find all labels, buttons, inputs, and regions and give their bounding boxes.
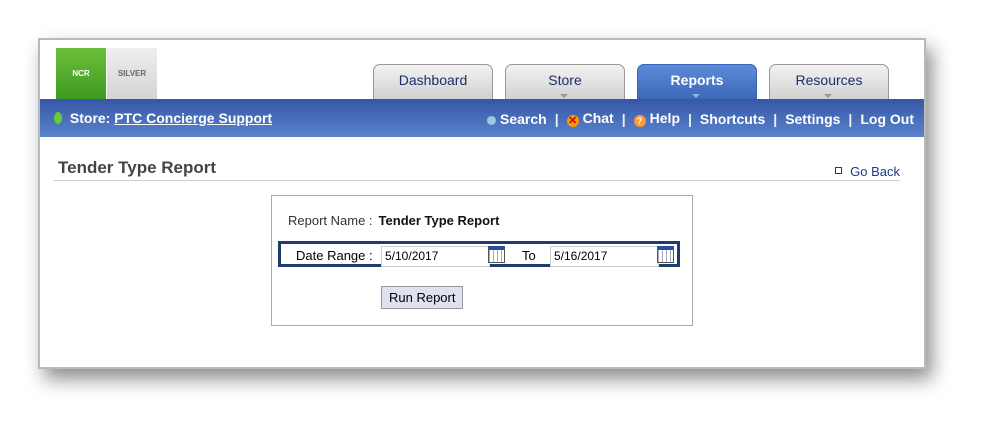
ncr-logo: NCR [56,48,106,99]
store-selector: Store: PTC Concierge Support [54,110,272,126]
search-icon [486,115,496,125]
chat-link[interactable]: ✕ Chat [566,110,614,127]
report-name-label: Report Name : [288,213,373,228]
go-back-label: Go Back [850,164,900,179]
divider [54,180,900,181]
separator: | [554,110,559,127]
from-date-input[interactable] [381,246,490,267]
tab-reports[interactable]: Reports [637,64,757,101]
date-range-label: Date Range : [296,248,373,263]
separator: | [848,110,853,127]
tab-resources[interactable]: Resources [769,64,889,101]
tab-store[interactable]: Store [505,64,625,101]
run-report-button[interactable]: Run Report [381,286,464,309]
go-back-link[interactable]: Go Back [835,164,900,179]
report-name-row: Report Name : Tender Type Report [288,213,499,228]
separator: | [621,110,626,127]
to-label: To [522,248,536,263]
square-bullet-icon [835,167,843,174]
nav-links: Search | ✕ Chat | ? Help | Shortcuts | Set… [486,110,914,127]
store-label: Store: [69,110,111,126]
calendar-icon[interactable] [488,246,505,263]
help-label: Help [649,110,680,126]
tab-label: Resources [795,72,863,88]
logout-link[interactable]: Log Out [860,111,914,127]
search-label: Search [499,110,547,127]
chat-disabled-icon: ✕ [566,115,579,127]
page-title: Tender Type Report [58,158,217,177]
separator: | [773,110,778,127]
shortcuts-link[interactable]: Shortcuts [700,111,765,127]
report-form: Report Name : Tender Type Report Date Ran… [271,195,693,326]
top-nav-bar: Store: PTC Concierge Support Search | ✕ C… [40,99,924,137]
separator: | [688,110,692,127]
app-window: NCR SILVER Dashboard Store Reports Resou… [38,38,926,369]
pin-icon [54,112,62,124]
report-name-value: Tender Type Report [378,213,500,228]
settings-link[interactable]: Settings [785,111,840,127]
chevron-down-icon [824,94,832,98]
help-link[interactable]: ? Help [633,110,680,127]
search-link[interactable]: Search [486,110,547,127]
tab-label: Store [548,72,582,88]
store-link[interactable]: PTC Concierge Support [114,110,272,126]
silver-logo: SILVER [107,48,157,99]
to-date-input[interactable] [550,246,659,267]
date-range-row: Date Range : To [278,241,680,267]
help-icon: ? [633,115,646,127]
chat-label: Chat [582,110,614,126]
tab-dashboard[interactable]: Dashboard [373,64,493,101]
tab-label: Reports [670,72,724,88]
calendar-icon[interactable] [657,246,674,263]
chevron-down-icon [560,94,568,98]
tab-label: Dashboard [398,72,468,88]
chevron-down-icon [692,94,700,98]
